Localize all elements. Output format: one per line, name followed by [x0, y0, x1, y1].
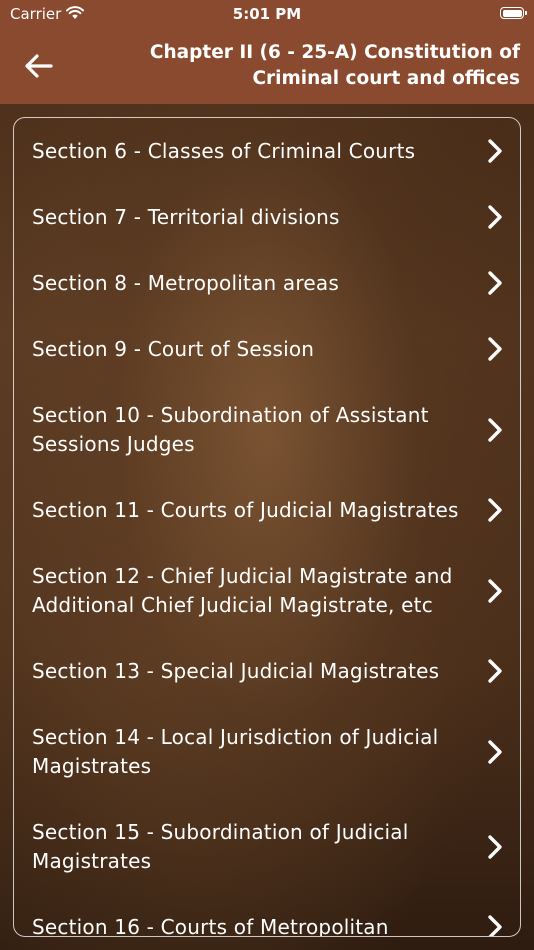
- chevron-right-icon: [488, 834, 502, 859]
- list-item[interactable]: Section 12 - Chief Judicial Magistrate a…: [14, 543, 520, 638]
- list-item-label: Section 11 - Courts of Judicial Magistra…: [32, 497, 459, 522]
- list-item[interactable]: Section 11 - Courts of Judicial Magistra…: [14, 477, 520, 543]
- list-item[interactable]: Section 7 - Territorial divisions: [14, 184, 520, 250]
- list-item-label: Section 6 - Classes of Criminal Courts: [32, 138, 416, 163]
- chevron-right-icon: [488, 498, 502, 522]
- chevron-right-icon: [488, 578, 502, 603]
- chevron-right-icon: [488, 417, 502, 442]
- battery-icon: [500, 7, 527, 19]
- list-item-label: Section 8 - Metropolitan areas: [32, 270, 339, 295]
- list-item[interactable]: Section 14 - Local Jurisdiction of Judic…: [14, 704, 520, 799]
- chevron-right-icon: [488, 271, 502, 295]
- list-item-label: Section 13 - Special Judicial Magistrate…: [32, 658, 440, 683]
- chevron-right-icon: [488, 915, 502, 936]
- list-item[interactable]: Section 9 - Court of Session: [14, 316, 520, 382]
- status-bar: Carrier 5:01 PM: [0, 0, 534, 30]
- list-item-label: Section 14 - Local Jurisdiction of Judic…: [32, 724, 439, 778]
- navigation-bar: Chapter II (6 - 25-A) Constitution of Cr…: [0, 30, 534, 104]
- sections-list: Section 6 - Classes of Criminal Courts S…: [13, 117, 521, 937]
- list-item[interactable]: Section 8 - Metropolitan areas: [14, 250, 520, 316]
- chevron-right-icon: [488, 139, 502, 163]
- chevron-right-icon: [488, 337, 502, 361]
- list-item[interactable]: Section 6 - Classes of Criminal Courts: [14, 118, 520, 184]
- list-item[interactable]: Section 10 - Subordination of Assistant …: [14, 382, 520, 477]
- chevron-right-icon: [488, 205, 502, 229]
- back-button[interactable]: [20, 48, 58, 84]
- list-item-label: Section 7 - Territorial divisions: [32, 204, 340, 229]
- list-item[interactable]: Section 16 - Courts of Metropolitan: [14, 894, 520, 937]
- list-item[interactable]: Section 13 - Special Judicial Magistrate…: [14, 638, 520, 704]
- arrow-left-icon: [25, 54, 53, 78]
- list-item-label: Section 15 - Subordination of Judicial M…: [32, 819, 409, 873]
- list-item-label: Section 12 - Chief Judicial Magistrate a…: [32, 563, 453, 617]
- list-item-label: Section 16 - Courts of Metropolitan: [32, 914, 389, 937]
- chevron-right-icon: [488, 739, 502, 764]
- list-item-label: Section 9 - Court of Session: [32, 336, 315, 361]
- page-title: Chapter II (6 - 25-A) Constitution of Cr…: [149, 42, 520, 89]
- list-item[interactable]: Section 15 - Subordination of Judicial M…: [14, 799, 520, 894]
- clock-time: 5:01 PM: [232, 5, 302, 23]
- chevron-right-icon: [488, 659, 502, 683]
- list-item-label: Section 10 - Subordination of Assistant …: [32, 402, 429, 456]
